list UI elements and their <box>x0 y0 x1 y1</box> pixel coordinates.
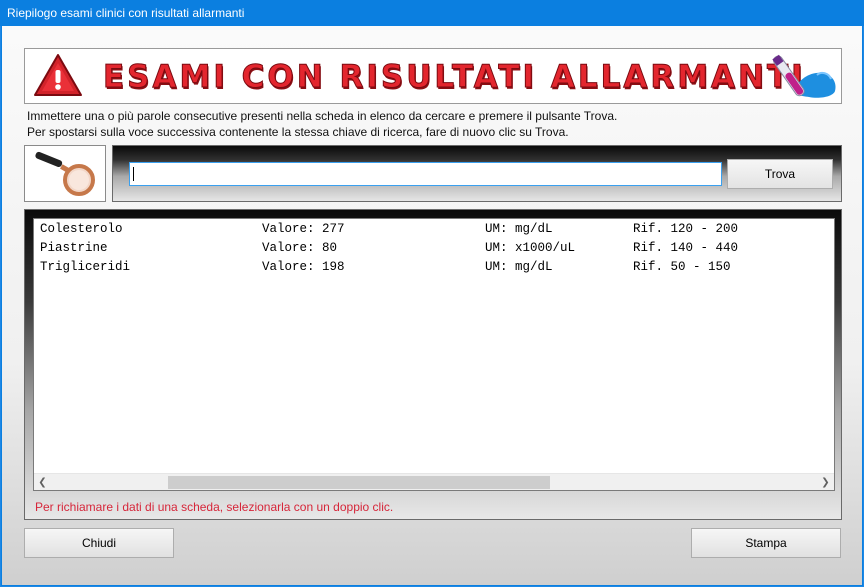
search-panel: Trova <box>112 145 842 202</box>
exam-reference: Rif. 50 - 150 <box>633 260 731 274</box>
test-tube-icon <box>772 54 836 98</box>
horizontal-scrollbar[interactable]: ❮ ❯ <box>34 473 834 490</box>
scrollbar-thumb[interactable] <box>168 476 550 489</box>
instruction-text-1: Immettere una o più parole consecutive p… <box>27 109 618 123</box>
exam-unit: UM: mg/dL <box>485 260 553 274</box>
window-titlebar: Riepilogo esami clinici con risultati al… <box>0 0 864 26</box>
exam-name: Trigliceridi <box>40 260 131 274</box>
search-icon-box <box>24 145 106 202</box>
window-body: ESAMI CON RISULTATI ALLARMANTI Immettere… <box>1 26 863 586</box>
exam-value: Valore: 198 <box>262 260 345 274</box>
exam-unit: UM: mg/dL <box>485 222 553 236</box>
exam-reference: Rif. 140 - 440 <box>633 241 739 255</box>
exam-name: Colesterolo <box>40 222 123 236</box>
hint-text: Per richiamare i dati di una scheda, sel… <box>35 500 394 514</box>
warning-icon <box>34 54 82 96</box>
find-button[interactable]: Trova <box>727 159 833 189</box>
header-banner: ESAMI CON RISULTATI ALLARMANTI <box>24 48 842 104</box>
magnifier-icon <box>35 151 95 196</box>
banner-title: ESAMI CON RISULTATI ALLARMANTI <box>103 59 806 96</box>
text-caret <box>133 167 134 181</box>
results-panel: Colesterolo Valore: 277 UM: mg/dL Rif. 1… <box>24 209 842 520</box>
exam-value: Valore: 277 <box>262 222 345 236</box>
search-input[interactable] <box>129 162 722 186</box>
print-button[interactable]: Stampa <box>691 528 841 558</box>
scroll-left-icon[interactable]: ❮ <box>34 474 51 490</box>
list-item[interactable]: Piastrine Valore: 80 UM: x1000/uL Rif. 1… <box>34 239 834 258</box>
list-item[interactable]: Colesterolo Valore: 277 UM: mg/dL Rif. 1… <box>34 220 834 239</box>
instruction-text-2: Per spostarsi sulla voce successiva cont… <box>27 125 569 139</box>
list-item[interactable]: Trigliceridi Valore: 198 UM: mg/dL Rif. … <box>34 258 834 277</box>
exam-name: Piastrine <box>40 241 108 255</box>
scroll-right-icon[interactable]: ❯ <box>817 474 834 490</box>
exam-reference: Rif. 120 - 200 <box>633 222 739 236</box>
exam-value: Valore: 80 <box>262 241 338 255</box>
close-button[interactable]: Chiudi <box>24 528 174 558</box>
exam-unit: UM: x1000/uL <box>485 241 576 255</box>
results-list[interactable]: Colesterolo Valore: 277 UM: mg/dL Rif. 1… <box>33 218 835 491</box>
window-title: Riepilogo esami clinici con risultati al… <box>7 6 245 20</box>
